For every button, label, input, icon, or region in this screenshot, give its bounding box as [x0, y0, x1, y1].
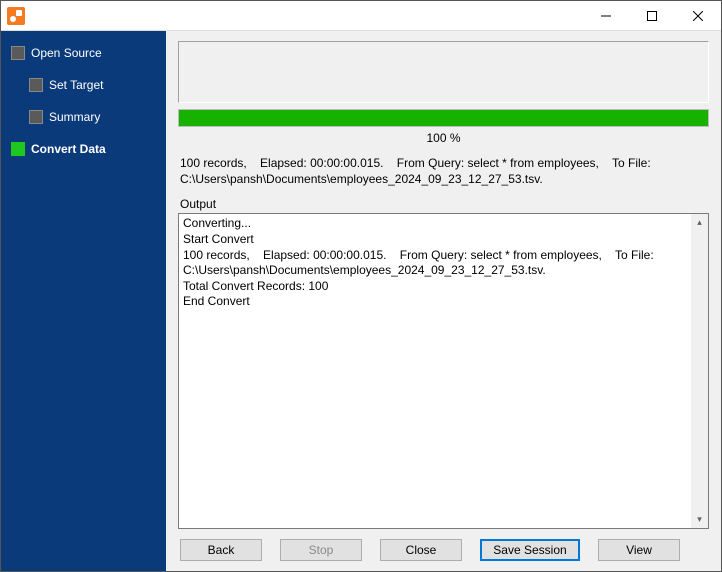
- sidebar-item-label: Convert Data: [31, 142, 106, 156]
- minimize-button[interactable]: [583, 1, 629, 30]
- sidebar-item-label: Open Source: [31, 46, 102, 60]
- maximize-button[interactable]: [629, 1, 675, 30]
- sidebar-item-convert-data[interactable]: Convert Data: [1, 137, 166, 161]
- output-text[interactable]: Converting... Start Convert 100 records,…: [179, 214, 691, 528]
- progress-fill: [179, 110, 708, 126]
- scroll-down-icon[interactable]: ▾: [691, 511, 708, 528]
- minimize-icon: [601, 11, 611, 21]
- status-text: 100 records, Elapsed: 00:00:00.015. From…: [178, 155, 709, 197]
- close-icon: [693, 11, 703, 21]
- window-controls: [583, 1, 721, 30]
- progress-label: 100 %: [178, 127, 709, 151]
- sidebar-item-set-target[interactable]: Set Target: [1, 73, 166, 97]
- close-button[interactable]: Close: [380, 539, 462, 561]
- main-panel: 100 % 100 records, Elapsed: 00:00:00.015…: [166, 31, 721, 571]
- output-label: Output: [178, 197, 709, 211]
- output-box: Converting... Start Convert 100 records,…: [178, 213, 709, 529]
- progress-section: 100 %: [178, 109, 709, 151]
- maximize-icon: [647, 11, 657, 21]
- view-button[interactable]: View: [598, 539, 680, 561]
- step-box-icon: [11, 46, 25, 60]
- button-row: Back Stop Close Save Session View: [178, 529, 709, 563]
- step-box-icon: [11, 142, 25, 156]
- scrollbar[interactable]: ▴ ▾: [691, 214, 708, 528]
- back-button[interactable]: Back: [180, 539, 262, 561]
- sidebar: Open Source Set Target Summary Convert D…: [1, 31, 166, 571]
- step-box-icon: [29, 78, 43, 92]
- sidebar-item-open-source[interactable]: Open Source: [1, 41, 166, 65]
- sidebar-item-label: Set Target: [49, 78, 103, 92]
- step-box-icon: [29, 110, 43, 124]
- close-window-button[interactable]: [675, 1, 721, 30]
- sidebar-item-label: Summary: [49, 110, 100, 124]
- save-session-button[interactable]: Save Session: [480, 539, 580, 561]
- titlebar-left: [1, 7, 25, 25]
- stop-button: Stop: [280, 539, 362, 561]
- sidebar-item-summary[interactable]: Summary: [1, 105, 166, 129]
- body: Open Source Set Target Summary Convert D…: [1, 31, 721, 571]
- progress-bar: [178, 109, 709, 127]
- titlebar: [1, 1, 721, 31]
- app-window: Open Source Set Target Summary Convert D…: [0, 0, 722, 572]
- scroll-up-icon[interactable]: ▴: [691, 214, 708, 231]
- top-panel: [178, 41, 709, 103]
- app-icon: [7, 7, 25, 25]
